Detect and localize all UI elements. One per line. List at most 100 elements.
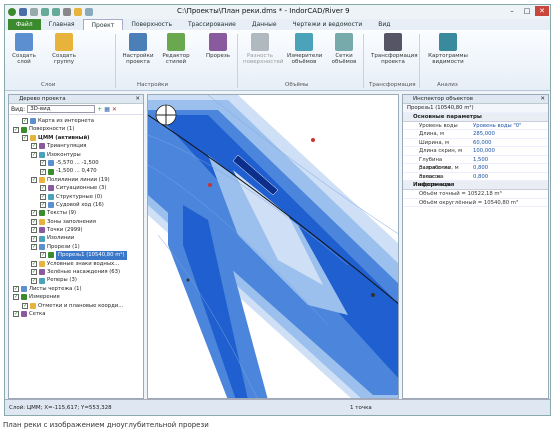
param-value[interactable]: 100,000 (471, 147, 495, 155)
create-layer-button[interactable]: Создать слой (7, 33, 41, 65)
tree-item[interactable]: ✓ Судовой ход (16) (9, 201, 143, 209)
tree-item[interactable]: ✓ Изолинии (9, 234, 143, 242)
delete-icon[interactable]: ✕ (112, 106, 117, 113)
tree-item[interactable]: ✓ Структурные (0) (9, 193, 143, 201)
tree-item[interactable]: ✓ ЦММ (активный) (9, 134, 143, 142)
tree-item[interactable]: ✓ Сетка (9, 310, 143, 318)
tab-alignment[interactable]: Трассирование (180, 19, 244, 30)
tree-item[interactable]: ✓ Зоны заполнения (9, 218, 143, 226)
checkbox[interactable]: ✓ (40, 160, 46, 167)
checkbox[interactable]: ✓ (31, 277, 37, 284)
undo-icon[interactable] (41, 8, 49, 16)
tree-item[interactable]: ✓ Триангуляция (9, 142, 143, 150)
tree-item[interactable]: ✓ Прорезь1 (10540,80 m²) (9, 251, 143, 260)
tree-item[interactable]: ✓ Поверхности (1) (9, 125, 143, 133)
surface-difference-button[interactable]: Разность поверхностей (243, 33, 283, 65)
param-row[interactable]: Длина, м 285,000 (403, 130, 548, 139)
tree-item[interactable]: ✓ -5,570 ... -1,500 (9, 159, 143, 167)
param-row[interactable]: Заложение откосов 0,800 (403, 164, 548, 180)
tree-item[interactable]: ✓ Тексты (9) (9, 209, 143, 217)
checkbox[interactable]: ✓ (40, 168, 46, 175)
param-value[interactable]: 0,800 (471, 164, 488, 172)
create-group-button[interactable]: Создать группу (47, 33, 81, 65)
tab-project[interactable]: Проект (82, 19, 124, 30)
app-logo-icon[interactable] (8, 8, 16, 16)
tab-drawings[interactable]: Чертежи и ведомости (285, 19, 371, 30)
inspected-object[interactable]: Прорезь1 (10540,80 m²) (403, 104, 548, 113)
tree-item[interactable]: ✓ Прорези (1) (9, 243, 143, 251)
param-row[interactable]: Ширина, м 60,000 (403, 139, 548, 147)
checkbox[interactable]: ✓ (22, 134, 28, 141)
param-row[interactable]: Уровень воды Уровень воды "0" (403, 122, 548, 130)
tab-data[interactable]: Данные (244, 19, 285, 30)
tab-view[interactable]: Вид (370, 19, 398, 30)
tree-item[interactable]: ✓ Изоконтуры (9, 151, 143, 159)
tree-item[interactable]: ✓ Отметки и плановые коорди... (9, 302, 143, 310)
checkbox[interactable]: ✓ (31, 151, 37, 158)
select-icon[interactable] (74, 8, 82, 16)
tree-item[interactable]: ✓ Карта из интернета (9, 117, 143, 125)
tree-item[interactable]: ✓ Измерения (9, 293, 143, 301)
tree-item[interactable]: ✓ Точки (2999) (9, 226, 143, 234)
options-icon[interactable]: ▦ (104, 106, 110, 113)
param-value[interactable]: 60,000 (471, 139, 492, 147)
cut-button[interactable]: Прорезь (201, 33, 235, 59)
navigation-gizmo[interactable] (155, 104, 177, 126)
checkbox[interactable]: ✓ (13, 286, 19, 292)
tree-item[interactable]: ✓ Ситуационные (3) (9, 184, 143, 192)
section-basic-params[interactable]: Основные параметры (403, 112, 548, 122)
tree-item[interactable]: ✓ Зелёные насаждения (63) (9, 268, 143, 276)
minimize-button[interactable]: – (505, 6, 519, 16)
tree-item[interactable]: ✓ -1,500 ... 0,470 (9, 167, 143, 175)
river-map[interactable] (148, 95, 399, 399)
param-row[interactable]: Запас на неровность 0,800 (403, 173, 548, 188)
volume-grids-button[interactable]: Сетки объёмов (327, 33, 361, 65)
param-value[interactable]: 285,000 (471, 130, 495, 138)
checkbox[interactable]: ✓ (31, 269, 37, 276)
checkbox[interactable]: ✓ (40, 252, 46, 259)
param-value[interactable]: Уровень воды "0" (471, 122, 522, 130)
checkbox[interactable]: ✓ (40, 193, 46, 200)
checkbox[interactable]: ✓ (31, 235, 37, 242)
redo-icon[interactable] (52, 8, 60, 16)
param-value[interactable]: 0,800 (471, 173, 488, 181)
checkbox[interactable]: ✓ (31, 260, 37, 267)
tab-home[interactable]: Главная (41, 19, 83, 30)
grid-icon[interactable] (30, 8, 38, 16)
checkbox[interactable]: ✓ (22, 302, 28, 309)
checkbox[interactable]: ✓ (31, 244, 37, 251)
checkbox[interactable]: ✓ (31, 218, 37, 225)
param-row[interactable]: Глубина разработки, м 1,500 (403, 156, 548, 171)
tree-item[interactable]: ✓ Реперы (3) (9, 276, 143, 284)
style-editor-button[interactable]: Редактор стилей (159, 33, 193, 65)
edit-icon[interactable] (85, 8, 93, 16)
close-icon[interactable]: ✕ (135, 95, 140, 104)
checkbox[interactable]: ✓ (13, 294, 19, 301)
checkbox[interactable]: ✓ (31, 143, 37, 150)
add-icon[interactable]: + (97, 106, 102, 113)
tab-surface[interactable]: Поверхность (123, 19, 180, 30)
visibility-cartograms-button[interactable]: Картограммы видимости (423, 33, 473, 65)
checkbox[interactable]: ✓ (31, 227, 37, 234)
section-information[interactable]: Информация (403, 181, 548, 190)
checkbox[interactable]: ✓ (22, 118, 28, 125)
checkbox[interactable]: ✓ (31, 176, 37, 183)
checkbox[interactable]: ✓ (13, 311, 19, 318)
param-row[interactable]: Длина скрин, м 100,000 (403, 147, 548, 156)
cursor-icon[interactable] (63, 8, 71, 16)
checkbox[interactable]: ✓ (40, 185, 46, 192)
tab-file[interactable]: Файл (8, 19, 41, 30)
param-value[interactable]: 1,500 (471, 156, 488, 164)
tree-item[interactable]: ✓ Листы чертежа (1) (9, 285, 143, 293)
save-icon[interactable] (19, 8, 27, 16)
view-select[interactable]: 3D-вид (27, 105, 96, 113)
project-transform-button[interactable]: Трансформация проекта (371, 33, 418, 65)
checkbox[interactable]: ✓ (40, 202, 46, 209)
map-canvas[interactable] (147, 94, 399, 399)
checkbox[interactable]: ✓ (31, 210, 37, 217)
checkbox[interactable]: ✓ (13, 126, 19, 133)
tree-item[interactable]: ✓ Полилинии линии (19) (9, 176, 143, 184)
maximize-button[interactable]: □ (520, 6, 534, 16)
tree-item[interactable]: ✓ Условные знаки водных... (9, 260, 143, 268)
close-icon[interactable]: ✕ (540, 95, 545, 104)
